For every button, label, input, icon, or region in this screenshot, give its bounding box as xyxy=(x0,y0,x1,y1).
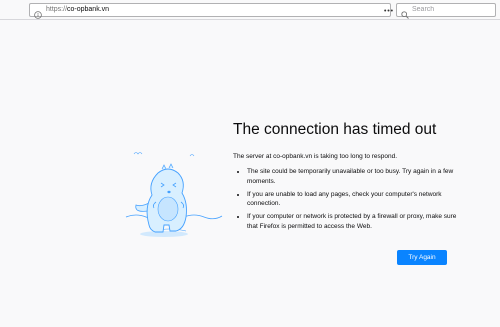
dinosaur-illustration xyxy=(124,147,224,242)
try-again-button[interactable]: Try Again xyxy=(397,250,447,265)
search-bar xyxy=(396,3,496,19)
search-input[interactable] xyxy=(412,5,492,15)
error-title: The connection has timed out xyxy=(233,121,437,138)
navigation-toolbar: https://co-opbank.vn xyxy=(0,0,500,20)
suggestion-item: If your computer or network is protected… xyxy=(247,212,459,231)
url-bar[interactable]: https://co-opbank.vn xyxy=(29,3,417,19)
suggestion-item: If you are unable to load any pages, che… xyxy=(247,190,459,209)
search-icon[interactable] xyxy=(401,6,409,19)
url-text[interactable]: https://co-opbank.vn xyxy=(46,5,109,15)
suggestion-list: The site could be temporarily unavailabl… xyxy=(238,167,459,235)
info-icon[interactable] xyxy=(34,6,42,19)
suggestion-item: The site could be temporarily unavailabl… xyxy=(247,167,459,186)
url-scheme: https:// xyxy=(46,6,68,13)
more-actions-icon[interactable] xyxy=(383,5,393,15)
url-host: co-opbank.vn xyxy=(67,6,110,13)
error-description: The server at co-opbank.vn is taking too… xyxy=(233,153,398,160)
